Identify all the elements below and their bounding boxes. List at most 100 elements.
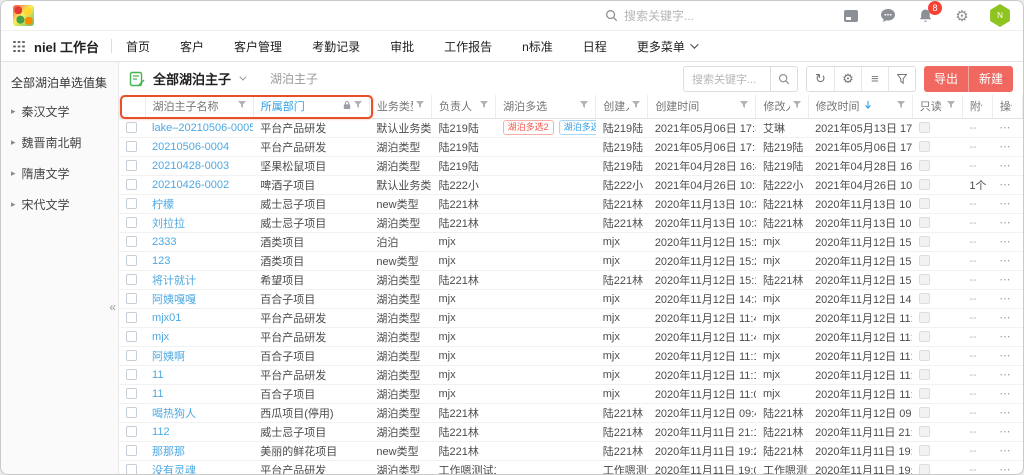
column-header-mtime[interactable]: 修改时间 [808, 95, 912, 118]
record-link[interactable]: 那那那 [152, 446, 185, 458]
view-chevron-down-icon[interactable] [239, 74, 246, 81]
readonly-checkbox[interactable] [919, 445, 930, 456]
filter-icon[interactable] [632, 100, 640, 112]
filter-icon[interactable] [793, 100, 801, 112]
row-checkbox[interactable] [126, 293, 137, 304]
readonly-checkbox[interactable] [919, 236, 930, 247]
workspace-title[interactable]: niel 工作台 [34, 37, 99, 56]
filter-icon[interactable] [897, 100, 905, 112]
row-actions-icon[interactable]: ⋯ [999, 388, 1011, 400]
row-actions-icon[interactable]: ⋯ [999, 312, 1011, 324]
readonly-checkbox[interactable] [919, 217, 930, 228]
user-avatar[interactable]: N [989, 4, 1011, 27]
column-header-modifier[interactable]: 修改人 [756, 95, 808, 118]
row-actions-icon[interactable]: ⋯ [999, 369, 1011, 381]
column-header-attach[interactable]: 附件 [962, 95, 992, 118]
sidebar-item-宋代文学[interactable]: ▸宋代文学 [11, 196, 118, 213]
record-link[interactable]: 喝热狗人 [152, 408, 196, 420]
chat-icon[interactable] [878, 6, 898, 26]
nav-item-客户[interactable]: 客户 [180, 38, 204, 55]
app-logo[interactable] [13, 5, 34, 26]
nav-item-日程[interactable]: 日程 [583, 38, 607, 55]
row-actions-icon[interactable]: ⋯ [999, 426, 1011, 438]
row-checkbox[interactable] [126, 312, 137, 323]
record-link[interactable]: 20210506-0004 [152, 141, 229, 153]
record-link[interactable]: lake–20210506-0005 [152, 122, 253, 134]
nav-item-考勤记录[interactable]: 考勤记录 [312, 38, 360, 55]
column-header-biztype[interactable]: 业务类型 [369, 95, 431, 118]
record-link[interactable]: mjx01 [152, 312, 181, 324]
row-actions-icon[interactable]: ⋯ [999, 350, 1011, 362]
row-checkbox[interactable] [126, 407, 137, 418]
row-actions-icon[interactable]: ⋯ [999, 407, 1011, 419]
table-search-input[interactable]: 搜索关键字... [684, 67, 770, 91]
record-link[interactable]: mjx [152, 331, 169, 343]
filter-icon[interactable] [480, 100, 488, 112]
readonly-checkbox[interactable] [919, 141, 930, 152]
readonly-checkbox[interactable] [919, 198, 930, 209]
row-actions-icon[interactable]: ⋯ [999, 445, 1011, 457]
row-checkbox[interactable] [126, 426, 137, 437]
tab-subview[interactable]: 湖泊主子 [270, 70, 318, 87]
row-checkbox[interactable] [126, 255, 137, 266]
row-checkbox[interactable] [126, 179, 137, 190]
row-checkbox[interactable] [126, 388, 137, 399]
nav-item-客户管理[interactable]: 客户管理 [234, 38, 282, 55]
sidebar-item-秦汉文学[interactable]: ▸秦汉文学 [11, 103, 118, 120]
sort-desc-icon[interactable] [864, 100, 872, 113]
record-link[interactable]: 112 [152, 426, 170, 438]
row-actions-icon[interactable]: ⋯ [999, 141, 1011, 153]
record-link[interactable]: 11 [152, 388, 163, 400]
filter-icon[interactable] [740, 100, 748, 112]
row-checkbox[interactable] [126, 217, 137, 228]
sidebar-title[interactable]: 全部湖泊单选值集 [11, 74, 118, 91]
row-actions-icon[interactable]: ⋯ [999, 236, 1011, 248]
filter-button[interactable] [888, 67, 915, 91]
nav-item-n标准[interactable]: n标准 [522, 38, 553, 55]
view-title[interactable]: 全部湖泊主子 [153, 69, 231, 88]
row-checkbox[interactable] [126, 369, 137, 380]
row-actions-icon[interactable]: ⋯ [999, 255, 1011, 267]
row-checkbox[interactable] [126, 274, 137, 285]
nav-item-审批[interactable]: 审批 [390, 38, 414, 55]
row-checkbox[interactable] [126, 445, 137, 456]
record-link[interactable]: 阿姨嘎嘎 [152, 294, 196, 306]
settings-gear-icon[interactable]: ⚙ [952, 6, 972, 26]
row-checkbox[interactable] [126, 331, 137, 342]
column-header-ops[interactable]: 操作 [992, 95, 1022, 118]
row-checkbox[interactable] [126, 464, 137, 475]
row-actions-icon[interactable]: ⋯ [999, 217, 1011, 229]
readonly-checkbox[interactable] [919, 426, 930, 437]
column-header-readonly[interactable]: 只读 [912, 95, 962, 118]
record-link[interactable]: 柠檬 [152, 199, 174, 211]
table-search-button[interactable] [770, 67, 797, 91]
row-actions-icon[interactable]: ⋯ [999, 293, 1011, 305]
filter-icon[interactable] [238, 100, 246, 112]
record-link[interactable]: 11 [152, 369, 163, 381]
nav-item-首页[interactable]: 首页 [126, 38, 150, 55]
filter-icon[interactable] [947, 100, 955, 112]
filter-icon[interactable] [416, 100, 424, 112]
row-checkbox[interactable] [126, 236, 137, 247]
row-actions-icon[interactable]: ⋯ [999, 198, 1011, 210]
row-actions-icon[interactable]: ⋯ [999, 331, 1011, 343]
readonly-checkbox[interactable] [919, 369, 930, 380]
sidebar-collapse-icon[interactable]: « [109, 300, 116, 314]
record-link[interactable]: 阿姨啊 [152, 351, 185, 363]
more-menu[interactable]: 更多菜单 [637, 38, 696, 55]
global-search[interactable]: 搜索关键字... [605, 7, 694, 24]
record-link[interactable]: 将计就计 [152, 275, 196, 287]
readonly-checkbox[interactable] [919, 255, 930, 266]
readonly-checkbox[interactable] [919, 274, 930, 285]
sidebar-item-魏晋南北朝[interactable]: ▸魏晋南北朝 [11, 134, 118, 151]
export-button[interactable]: 导出 [924, 66, 968, 92]
waffle-grid-icon[interactable] [13, 41, 24, 52]
row-actions-icon[interactable]: ⋯ [999, 122, 1011, 134]
record-link[interactable]: 刘拉拉 [152, 218, 185, 230]
readonly-checkbox[interactable] [919, 464, 930, 475]
filter-icon[interactable] [580, 100, 588, 112]
readonly-checkbox[interactable] [919, 350, 930, 361]
row-height-button[interactable]: ≡ [861, 67, 888, 91]
notifications-bell-icon[interactable]: 8 [915, 6, 935, 26]
column-header-name[interactable]: 湖泊主子名称 [145, 95, 253, 118]
